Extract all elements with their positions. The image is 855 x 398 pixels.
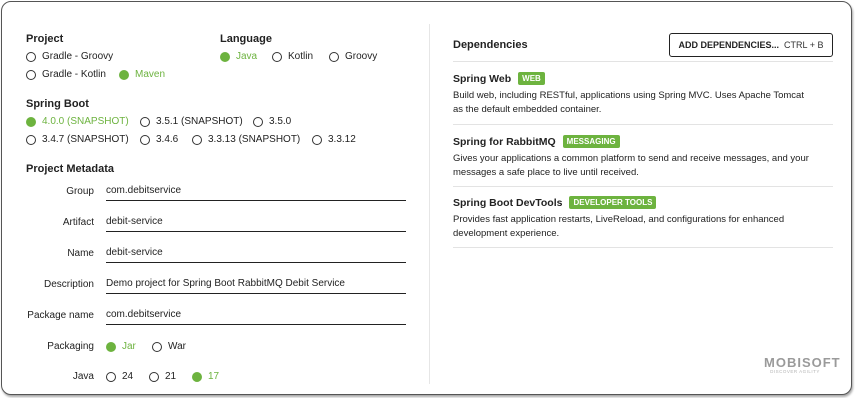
radio-indicator [192, 371, 202, 382]
radio-label: Gradle - Groovy [42, 51, 114, 62]
radio-boot-346[interactable]: 3.4.6 [140, 134, 178, 145]
radio-label: 3.3.13 (SNAPSHOT) [208, 134, 301, 145]
radio-gradle-groovy[interactable]: Gradle - Groovy [26, 51, 113, 62]
dependency-badge: MESSAGING [562, 135, 620, 148]
spring-boot-heading: Spring Boot [26, 98, 89, 110]
radio-war[interactable]: War [152, 341, 186, 352]
radio-indicator [26, 51, 36, 62]
dependency-name: Spring Web [453, 72, 512, 85]
radio-label: 24 [122, 371, 134, 382]
radio-label: Java [236, 51, 258, 62]
name-field[interactable]: debit-service [106, 247, 406, 263]
radio-indicator [253, 116, 263, 127]
package-name-field[interactable]: com.debitservice [106, 309, 406, 325]
language-heading: Language [220, 33, 272, 45]
dependency-item[interactable]: Spring Boot DevTools DEVELOPER TOOLS Pro… [453, 196, 833, 241]
radio-indicator [192, 134, 202, 145]
radio-label: Maven [135, 69, 166, 80]
radio-java-17[interactable]: 17 [192, 371, 219, 382]
radio-groovy[interactable]: Groovy [329, 51, 377, 62]
radio-indicator [272, 51, 282, 62]
radio-boot-400-snapshot[interactable]: 4.0.0 (SNAPSHOT) [26, 116, 129, 127]
radio-indicator [26, 116, 36, 127]
radio-indicator [312, 134, 322, 145]
divider [453, 186, 833, 187]
radio-boot-350[interactable]: 3.5.0 [253, 116, 291, 127]
radio-label: 3.5.0 [269, 116, 292, 127]
dependency-name: Spring for RabbitMQ [453, 135, 556, 148]
name-label: Name [67, 248, 94, 259]
dependency-item[interactable]: Spring for RabbitMQ MESSAGING Gives your… [453, 135, 833, 180]
app-frame: Project Gradle - Groovy Gradle - Kotlin … [1, 1, 852, 395]
dependency-badge: WEB [518, 72, 545, 85]
radio-boot-3312[interactable]: 3.3.12 [312, 134, 356, 145]
dependency-description: Gives your applications a common platfor… [453, 153, 809, 178]
radio-indicator [106, 341, 116, 352]
divider [453, 247, 833, 248]
description-label: Description [43, 279, 94, 290]
add-dependencies-label: ADD DEPENDENCIES... [678, 40, 780, 50]
radio-label: Jar [122, 341, 136, 352]
radio-gradle-kotlin[interactable]: Gradle - Kotlin [26, 69, 106, 80]
radio-label: 21 [165, 371, 177, 382]
dependency-item[interactable]: Spring Web WEB Build web, including REST… [453, 72, 833, 117]
project-heading: Project [26, 33, 64, 45]
radio-boot-347-snapshot[interactable]: 3.4.7 (SNAPSHOT) [26, 134, 129, 145]
artifact-field[interactable]: debit-service [106, 216, 406, 232]
radio-label: 4.0.0 (SNAPSHOT) [42, 116, 129, 127]
radio-indicator [26, 69, 36, 80]
radio-label: 3.5.1 (SNAPSHOT) [156, 116, 243, 127]
radio-indicator [26, 134, 36, 145]
radio-kotlin[interactable]: Kotlin [272, 51, 313, 62]
radio-boot-351-snapshot[interactable]: 3.5.1 (SNAPSHOT) [140, 116, 243, 127]
radio-indicator [220, 51, 230, 62]
radio-label: 3.3.12 [328, 134, 356, 145]
column-divider [429, 24, 430, 384]
radio-java-24[interactable]: 24 [106, 371, 133, 382]
description-field[interactable]: Demo project for Spring Boot RabbitMQ De… [106, 278, 406, 294]
dependency-badge: DEVELOPER TOOLS [569, 196, 657, 209]
logo-text: MOBISOFT [764, 355, 841, 370]
radio-boot-3313-snapshot[interactable]: 3.3.13 (SNAPSHOT) [192, 134, 300, 145]
radio-maven[interactable]: Maven [119, 69, 165, 80]
group-label: Group [66, 186, 94, 197]
radio-label: War [168, 341, 186, 352]
radio-label: 17 [208, 371, 220, 382]
radio-indicator [140, 134, 150, 145]
group-field[interactable]: com.debitservice [106, 185, 406, 201]
dependency-description: Provides fast application restarts, Live… [453, 214, 785, 239]
divider [453, 124, 833, 125]
radio-label: Gradle - Kotlin [42, 69, 106, 80]
radio-label: 3.4.7 (SNAPSHOT) [42, 134, 129, 145]
radio-java-21[interactable]: 21 [149, 371, 176, 382]
radio-label: 3.4.6 [156, 134, 179, 145]
divider [453, 61, 833, 62]
mobisoft-logo: MOBISOFT DISCOVER AGILITY [764, 355, 841, 381]
radio-indicator [119, 69, 129, 80]
radio-indicator [140, 116, 150, 127]
radio-indicator [149, 371, 159, 382]
radio-indicator [152, 341, 162, 352]
packaging-label: Packaging [47, 341, 94, 352]
dependencies-heading: Dependencies [453, 39, 528, 51]
radio-label: Kotlin [288, 51, 314, 62]
dependency-description: Build web, including RESTful, applicatio… [453, 90, 804, 115]
radio-java[interactable]: Java [220, 51, 257, 62]
add-dependencies-button[interactable]: ADD DEPENDENCIES... CTRL + B [669, 33, 833, 57]
keyboard-shortcut: CTRL + B [784, 40, 824, 50]
dependency-name: Spring Boot DevTools [453, 196, 563, 209]
java-label: Java [72, 371, 94, 382]
logo-tagline: DISCOVER AGILITY [770, 369, 820, 374]
radio-indicator [106, 371, 116, 382]
artifact-label: Artifact [62, 217, 94, 228]
radio-jar[interactable]: Jar [106, 341, 136, 352]
package-name-label: Package name [27, 310, 94, 321]
metadata-heading: Project Metadata [26, 163, 115, 175]
radio-indicator [329, 51, 339, 62]
radio-label: Groovy [345, 51, 378, 62]
